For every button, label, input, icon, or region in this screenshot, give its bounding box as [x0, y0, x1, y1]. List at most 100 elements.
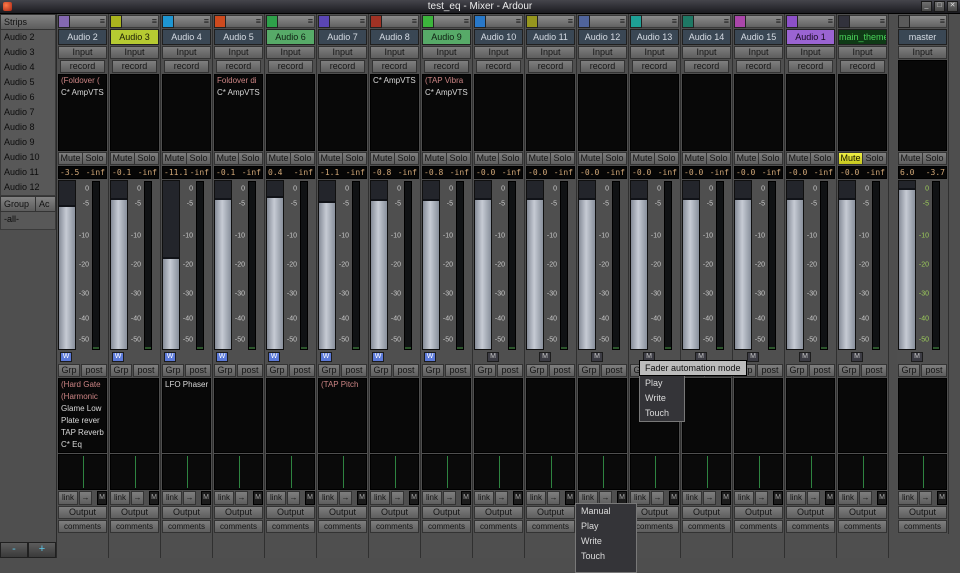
- meter-point-button[interactable]: post: [185, 364, 211, 377]
- strip-menu-bar[interactable]: ≡: [434, 15, 471, 28]
- strip-color-chip[interactable]: [526, 15, 538, 28]
- pan-link-button[interactable]: link: [214, 491, 234, 505]
- peak-display[interactable]: -inf: [655, 167, 679, 178]
- output-button[interactable]: Output: [786, 506, 835, 519]
- comments-button[interactable]: comments: [58, 520, 107, 533]
- processor-entry[interactable]: (Hard Gate: [59, 379, 106, 391]
- gain-fader-handle[interactable]: [899, 188, 915, 349]
- processor-box-pre[interactable]: [898, 60, 947, 151]
- group-button[interactable]: Grp: [58, 364, 80, 377]
- panner[interactable]: [162, 454, 211, 490]
- pan-link-direction-button[interactable]: →: [391, 491, 404, 505]
- record-button[interactable]: record: [632, 60, 677, 73]
- record-button[interactable]: record: [580, 60, 625, 73]
- mute-button[interactable]: Mute: [318, 152, 343, 165]
- mute-button[interactable]: Mute: [266, 152, 291, 165]
- gain-fader[interactable]: [838, 180, 856, 350]
- strip-menu-bar[interactable]: ≡: [910, 15, 947, 28]
- strip-menu-icon[interactable]: ≡: [152, 15, 157, 28]
- input-button[interactable]: Input: [682, 46, 731, 59]
- strip-menu-icon[interactable]: ≡: [308, 15, 313, 28]
- strip-menu-bar[interactable]: ≡: [70, 15, 107, 28]
- sidebar-strip-item[interactable]: Audio 9: [1, 135, 55, 150]
- comments-button[interactable]: comments: [898, 520, 947, 533]
- mute-button[interactable]: Mute: [630, 152, 655, 165]
- mute-button[interactable]: Mute: [734, 152, 759, 165]
- strip-menu-bar[interactable]: ≡: [850, 15, 887, 28]
- peak-meter[interactable]: [872, 181, 880, 350]
- pan-automation-button[interactable]: M: [773, 491, 783, 505]
- processor-entry[interactable]: TAP Reverb: [59, 427, 106, 439]
- gain-fader[interactable]: [578, 180, 596, 350]
- output-button[interactable]: Output: [630, 506, 679, 519]
- processor-box-post[interactable]: [898, 378, 947, 453]
- gain-fader[interactable]: [162, 180, 180, 350]
- processor-box-post[interactable]: LFO Phaser: [162, 378, 211, 453]
- pan-link-direction-button[interactable]: →: [287, 491, 300, 505]
- comments-button[interactable]: comments: [734, 520, 783, 533]
- output-button[interactable]: Output: [526, 506, 575, 519]
- processor-entry[interactable]: (TAP Vibra: [423, 75, 470, 87]
- sidebar-strip-item[interactable]: Audio 12: [1, 180, 55, 195]
- solo-button[interactable]: Solo: [811, 152, 835, 165]
- gain-display[interactable]: -0.1: [215, 167, 239, 178]
- output-button[interactable]: Output: [266, 506, 315, 519]
- strip-name-button[interactable]: Audio 2: [58, 29, 107, 45]
- peak-meter[interactable]: [716, 181, 724, 350]
- sidebar-strip-item[interactable]: Audio 6: [1, 90, 55, 105]
- output-button[interactable]: Output: [422, 506, 471, 519]
- group-active-column-header[interactable]: Ac: [36, 196, 56, 212]
- pan-link-direction-button[interactable]: →: [339, 491, 352, 505]
- pan-link-direction-button[interactable]: →: [651, 491, 664, 505]
- fader-automation-button[interactable]: W: [112, 352, 124, 362]
- pan-link-button[interactable]: link: [734, 491, 754, 505]
- gain-fader-handle[interactable]: [527, 198, 543, 349]
- gain-fader-handle[interactable]: [111, 198, 127, 349]
- pan-link-direction-button[interactable]: →: [703, 491, 716, 505]
- peak-display[interactable]: -inf: [499, 167, 523, 178]
- strip-menu-bar[interactable]: ≡: [330, 15, 367, 28]
- panner[interactable]: [838, 454, 887, 490]
- menu-item[interactable]: Touch: [640, 406, 684, 421]
- peak-display[interactable]: -inf: [343, 167, 367, 178]
- record-button[interactable]: record: [788, 60, 833, 73]
- output-button[interactable]: Output: [370, 506, 419, 519]
- processor-entry[interactable]: Foldover di: [215, 75, 262, 87]
- gain-display[interactable]: -3.5: [59, 167, 83, 178]
- strip-menu-icon[interactable]: ≡: [568, 15, 573, 28]
- group-button[interactable]: Grp: [318, 364, 340, 377]
- gain-fader[interactable]: [786, 180, 804, 350]
- gain-display[interactable]: -0.0: [683, 167, 707, 178]
- input-button[interactable]: Input: [898, 46, 947, 59]
- pan-link-button[interactable]: link: [266, 491, 286, 505]
- meter-point-button[interactable]: post: [549, 364, 575, 377]
- strip-color-chip[interactable]: [630, 15, 642, 28]
- strip-name-button[interactable]: Audio 12: [578, 29, 627, 45]
- fader-automation-button[interactable]: M: [487, 352, 499, 362]
- strip-menu-icon[interactable]: ≡: [828, 15, 833, 28]
- peak-meter[interactable]: [300, 181, 308, 350]
- peak-meter[interactable]: [932, 181, 940, 350]
- gain-fader-handle[interactable]: [579, 198, 595, 349]
- processor-box-post[interactable]: [838, 378, 887, 453]
- pan-link-button[interactable]: link: [162, 491, 182, 505]
- pan-link-direction-button[interactable]: →: [547, 491, 560, 505]
- panner[interactable]: [474, 454, 523, 490]
- meter-point-button[interactable]: post: [809, 364, 835, 377]
- gain-fader[interactable]: [58, 180, 76, 350]
- input-button[interactable]: Input: [214, 46, 263, 59]
- panner[interactable]: [318, 454, 367, 490]
- panner[interactable]: [898, 454, 947, 490]
- panner[interactable]: [266, 454, 315, 490]
- gain-fader-handle[interactable]: [319, 201, 335, 349]
- mute-button[interactable]: Mute: [110, 152, 135, 165]
- strip-menu-bar[interactable]: ≡: [798, 15, 835, 28]
- input-button[interactable]: Input: [838, 46, 887, 59]
- strip-menu-icon[interactable]: ≡: [620, 15, 625, 28]
- gain-fader-handle[interactable]: [683, 198, 699, 349]
- close-button[interactable]: ✕: [947, 1, 958, 12]
- peak-meter[interactable]: [560, 181, 568, 350]
- pan-link-direction-button[interactable]: →: [79, 491, 92, 505]
- processor-box-pre[interactable]: [266, 74, 315, 151]
- panner[interactable]: [58, 454, 107, 490]
